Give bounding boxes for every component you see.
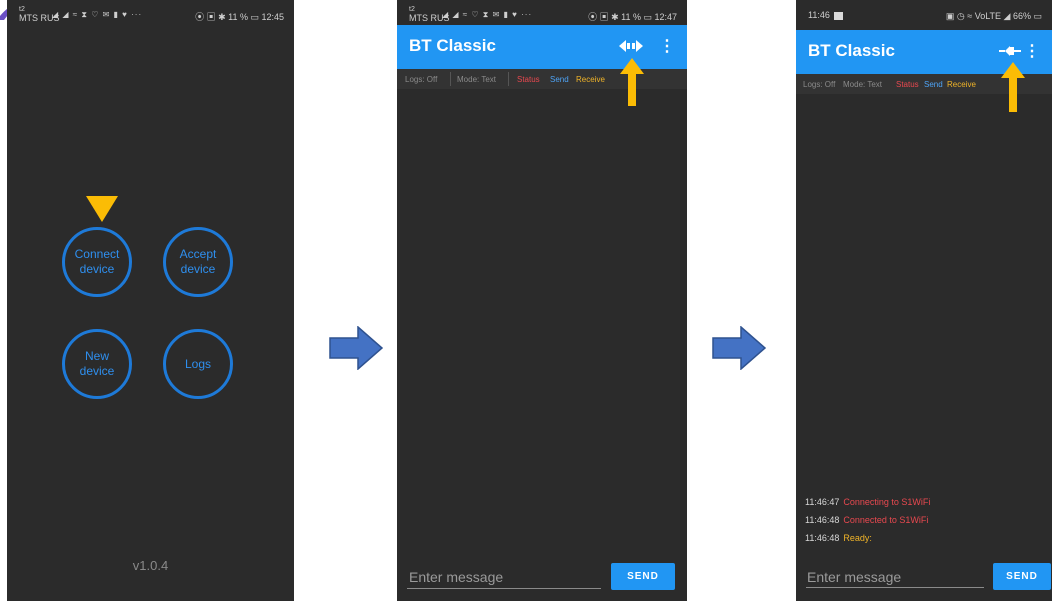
- legend-divider: [508, 72, 509, 86]
- status-time: 11:46: [808, 11, 843, 20]
- legend-logs[interactable]: Logs: Off: [803, 80, 835, 89]
- send-button[interactable]: SEND: [611, 563, 675, 590]
- log-line: 11:46:48 Ready:: [805, 533, 872, 543]
- notification-icon: [833, 11, 843, 20]
- legend-receive: Receive: [947, 80, 976, 89]
- logs-button[interactable]: Logs: [163, 329, 233, 399]
- flow-arrow-icon: [329, 326, 383, 370]
- connect-plug-icon[interactable]: [619, 39, 643, 53]
- message-input[interactable]: Enter message: [409, 569, 503, 585]
- input-underline: [806, 587, 984, 588]
- phone-screen-home: t2 MTS RUS ◢ ◢ ≈ ⧗ ♡ ✉ ▮ ♥ ··· ⦿ ▣ ✱ 11 …: [7, 0, 294, 601]
- legend-divider: [450, 72, 451, 86]
- menu-dots-icon[interactable]: ⋮: [1024, 41, 1040, 61]
- legend-mode[interactable]: Mode: Text: [457, 75, 496, 84]
- connected-plug-icon[interactable]: [999, 44, 1021, 58]
- status-icons: ◢ ◢ ≈ ♡ ⧗ ✉ ▮ ♥ ···: [442, 10, 533, 19]
- legend-logs[interactable]: Logs: Off: [405, 75, 437, 84]
- marker-arrow-icon: [86, 196, 118, 222]
- status-right: ⦿ ▣ ✱ 11 % ▭ 12:45: [195, 12, 284, 22]
- legend-status: Status: [517, 75, 540, 84]
- legend-status: Status: [896, 80, 919, 89]
- marker-arrow-icon: [620, 58, 644, 106]
- legend-mode[interactable]: Mode: Text: [843, 80, 882, 89]
- status-bar: t2 MTS RUS ◢ ◢ ≈ ⧗ ♡ ✉ ▮ ♥ ··· ⦿ ▣ ✱ 11 …: [7, 0, 294, 30]
- app-title: BT Classic: [808, 41, 895, 60]
- accept-device-button[interactable]: Accept device: [163, 227, 233, 297]
- status-right: ▣ ◷ ≈ VoLTE ◢ 66% ▭: [945, 11, 1042, 21]
- log-line: 11:46:48 Connected to S1WiFi: [805, 515, 929, 525]
- status-right: ⦿ ▣ ✱ 11 % ▭ 12:47: [588, 12, 677, 22]
- legend-send: Send: [924, 80, 943, 89]
- flow-arrow-icon: [712, 326, 766, 370]
- input-underline: [407, 588, 601, 589]
- send-button[interactable]: SEND: [993, 563, 1051, 590]
- new-device-button[interactable]: New device: [62, 329, 132, 399]
- legend-receive: Receive: [576, 75, 605, 84]
- marker-arrow-icon: [1001, 62, 1025, 112]
- app-title: BT Classic: [409, 36, 496, 55]
- legend-send: Send: [550, 75, 569, 84]
- status-bar: 11:46 ▣ ◷ ≈ VoLTE ◢ 66% ▭: [796, 0, 1052, 30]
- menu-dots-icon[interactable]: ⋮: [659, 36, 675, 56]
- status-icons: ◢ ◢ ≈ ⧗ ♡ ✉ ▮ ♥ ···: [52, 10, 143, 19]
- connect-device-button[interactable]: Connect device: [62, 227, 132, 297]
- log-line: 11:46:47 Connecting to S1WiFi: [805, 497, 931, 507]
- message-input[interactable]: Enter message: [807, 569, 901, 585]
- app-version: v1.0.4: [132, 558, 169, 573]
